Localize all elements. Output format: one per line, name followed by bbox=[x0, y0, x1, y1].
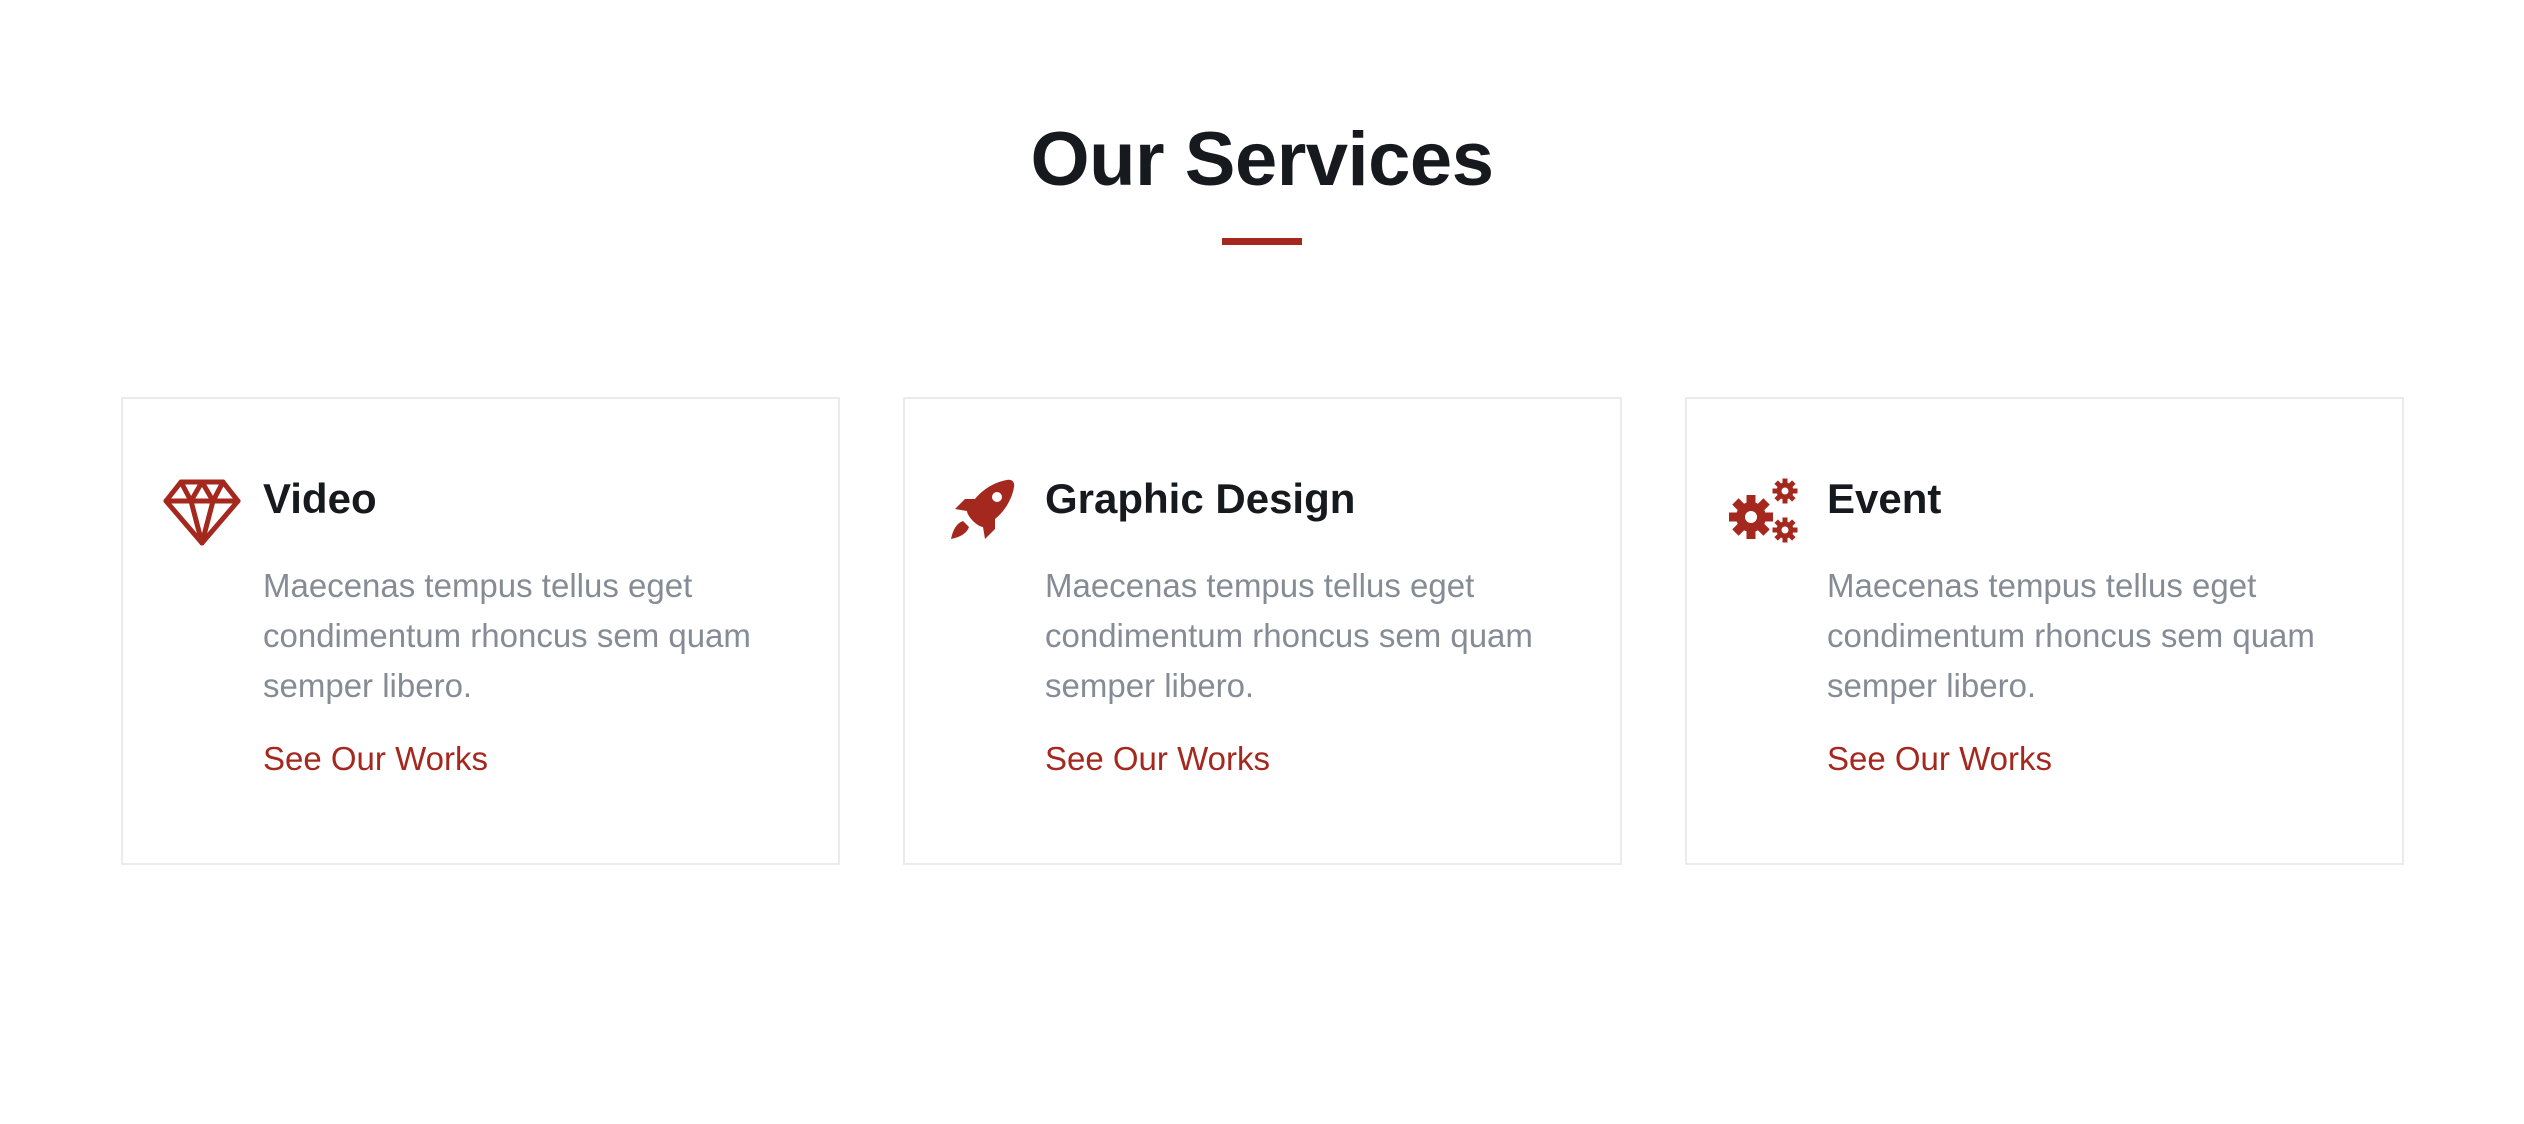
see-our-works-link[interactable]: See Our Works bbox=[263, 738, 488, 780]
diamond-icon bbox=[163, 477, 241, 547]
card-title: Graphic Design bbox=[1045, 475, 1356, 522]
see-our-works-link[interactable]: See Our Works bbox=[1045, 738, 1270, 780]
rocket-icon bbox=[945, 477, 1023, 547]
see-our-works-link[interactable]: See Our Works bbox=[1827, 738, 2052, 780]
title-underline bbox=[1222, 238, 1302, 245]
gears-icon bbox=[1727, 477, 1805, 547]
card-description: Maecenas tempus tellus eget condimentum … bbox=[1827, 567, 2315, 704]
card-title: Video bbox=[263, 475, 377, 522]
card-description: Maecenas tempus tellus eget condimentum … bbox=[1045, 567, 1533, 704]
card-description: Maecenas tempus tellus eget condimentum … bbox=[263, 567, 751, 704]
service-card-video: Video Maecenas tempus tellus eget condim… bbox=[121, 397, 840, 865]
service-card-graphic-design: Graphic Design Maecenas tempus tellus eg… bbox=[903, 397, 1622, 865]
card-title: Event bbox=[1827, 475, 1942, 522]
service-card-event: Event Maecenas tempus tellus eget condim… bbox=[1685, 397, 2404, 865]
section-title: Our Services bbox=[1030, 117, 1494, 202]
services-section: Our Services Video Maecenas tempus tellu… bbox=[0, 0, 2524, 1124]
